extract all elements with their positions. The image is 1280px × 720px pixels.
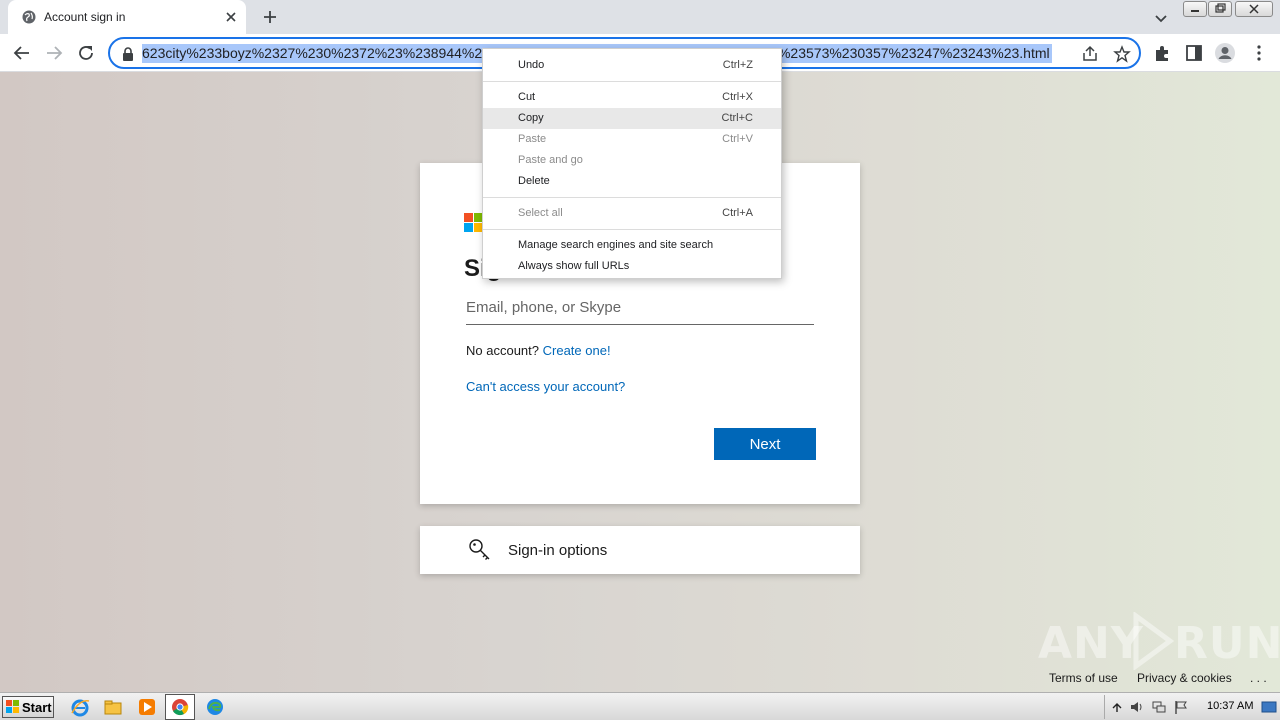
close-tab-icon[interactable] [222,8,240,26]
lock-icon [123,47,133,61]
no-account-line: No account? Create one! [466,343,611,358]
menu-item-paste-and-go[interactable]: Paste and go [483,150,781,171]
menu-item-paste[interactable]: Paste Ctrl+V [483,129,781,150]
menu-item-copy[interactable]: Copy Ctrl+C [483,108,781,129]
edge-icon[interactable] [205,697,225,717]
chrome-taskbar-button[interactable] [165,694,195,720]
new-tab-icon[interactable] [260,7,280,27]
tab-title: Account sign in [44,10,126,24]
signin-options-button[interactable]: Sign-in options [420,526,860,574]
watermark-any: ANY [1038,618,1144,669]
share-icon[interactable] [1081,45,1099,63]
privacy-link[interactable]: Privacy & cookies [1137,671,1232,685]
reload-icon[interactable] [75,42,97,64]
tray-expand-icon[interactable] [1109,699,1125,715]
context-menu: Undo Ctrl+Z Cut Ctrl+X Copy Ctrl+C Paste… [482,48,782,279]
profile-avatar-icon[interactable] [1214,42,1236,64]
start-button[interactable]: Start [2,696,54,718]
bookmark-star-icon[interactable] [1113,45,1131,63]
minimize-icon [1191,10,1199,12]
microsoft-logo-icon [464,213,484,233]
action-center-flag-icon[interactable] [1173,699,1189,715]
menu-separator [483,81,781,82]
no-account-text: No account? [466,343,539,358]
file-explorer-icon[interactable] [103,697,123,717]
cant-access-link[interactable]: Can't access your account? [466,379,625,394]
footer-more-link[interactable]: . . . [1250,671,1267,685]
back-arrow-icon[interactable] [11,42,33,64]
menu-item-undo[interactable]: Undo Ctrl+Z [483,55,781,76]
watermark-run: RUN [1174,618,1280,669]
volume-icon[interactable] [1129,699,1145,715]
internet-explorer-icon[interactable] [70,697,90,717]
tab-strip: Account sign in [0,0,1280,34]
show-desktop-icon[interactable] [1261,699,1277,715]
extensions-puzzle-icon[interactable] [1151,42,1173,64]
clock: 10:37 AM [1207,700,1254,712]
chrome-icon [172,699,189,716]
browser-tab[interactable]: Account sign in [8,0,246,34]
menu-item-delete[interactable]: Delete [483,171,781,192]
play-logo-icon [1133,612,1175,670]
create-account-link[interactable]: Create one! [543,343,611,358]
start-label: Start [22,700,52,715]
minimize-button[interactable] [1183,1,1207,17]
close-window-button[interactable] [1235,1,1273,17]
system-tray: 10:37 AM [1104,695,1280,719]
more-menu-icon[interactable] [1248,42,1270,64]
signin-options-label: Sign-in options [508,542,608,559]
side-panel-icon[interactable] [1183,42,1205,64]
chevron-down-icon[interactable] [1151,8,1171,28]
restore-icon [1215,3,1226,13]
restore-button[interactable] [1208,1,1232,17]
menu-item-always-show-full-urls[interactable]: Always show full URLs [483,256,781,277]
menu-separator [483,197,781,198]
key-icon [469,539,490,560]
media-player-icon[interactable] [137,697,157,717]
taskbar: Start 10:37 AM [0,692,1280,720]
terms-link[interactable]: Terms of use [1049,671,1118,685]
menu-item-manage-search-engines[interactable]: Manage search engines and site search [483,235,781,256]
menu-item-cut[interactable]: Cut Ctrl+X [483,87,781,108]
menu-item-select-all[interactable]: Select all Ctrl+A [483,203,781,224]
close-icon [1249,4,1259,14]
anyrun-watermark: ANY RUN [1038,610,1280,670]
email-field[interactable] [466,291,814,325]
next-button[interactable]: Next [714,428,816,460]
globe-icon [22,10,36,24]
network-icon[interactable] [1151,699,1167,715]
windows-flag-icon [6,700,19,713]
menu-separator [483,229,781,230]
forward-arrow-icon[interactable] [43,42,65,64]
